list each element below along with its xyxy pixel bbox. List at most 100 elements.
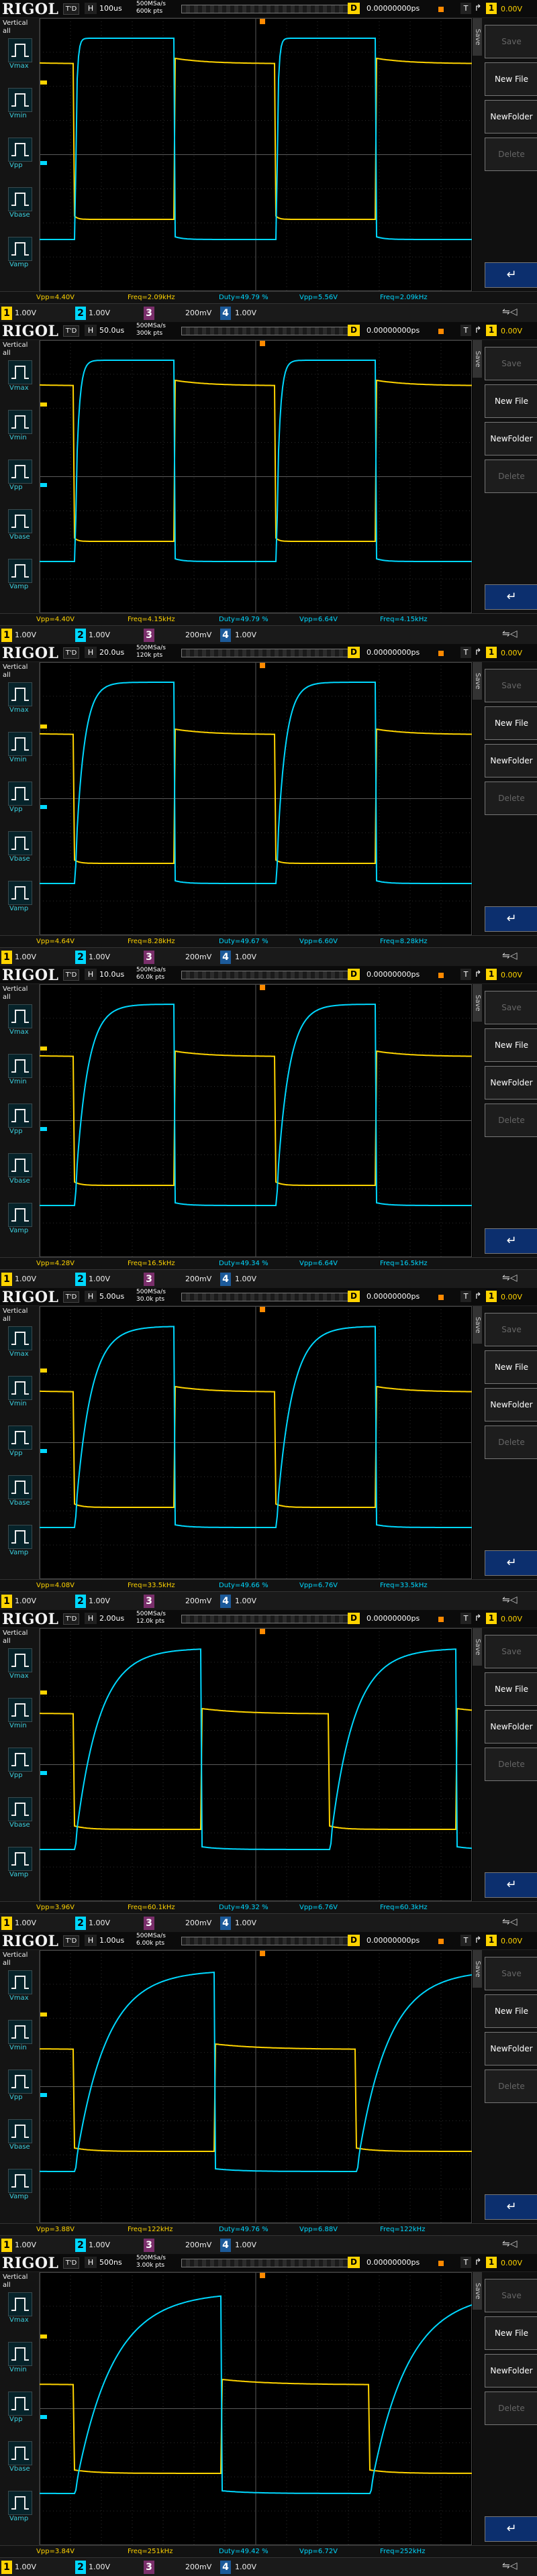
measure-item-vmin[interactable]: Vmin <box>4 1376 36 1413</box>
ch2-offset-marker[interactable] <box>40 161 47 165</box>
ch2-offset-marker[interactable] <box>40 2415 47 2419</box>
ch1-offset-marker[interactable] <box>40 2334 47 2339</box>
save-button[interactable]: Save <box>485 347 537 380</box>
measure-item-vmin[interactable]: Vmin <box>4 410 36 447</box>
measure-item-vpp[interactable]: Vpp <box>4 138 36 175</box>
save-button[interactable]: Save <box>485 1313 537 1346</box>
ch1-offset-marker[interactable] <box>40 724 47 729</box>
ch4-button[interactable]: 4 <box>220 2561 231 2574</box>
new-file-button[interactable]: New File <box>485 1994 537 2028</box>
measure-item-vpp[interactable]: Vpp <box>4 1104 36 1141</box>
measure-item-vbase[interactable]: Vbase <box>4 1153 36 1191</box>
ch1-offset-marker[interactable] <box>40 402 47 407</box>
delete-button[interactable]: Delete <box>485 138 537 171</box>
measure-item-vamp[interactable]: Vamp <box>4 2491 36 2528</box>
ch1-button[interactable]: 1 <box>1 629 12 642</box>
delete-button[interactable]: Delete <box>485 1748 537 1781</box>
ch3-button[interactable]: 3 <box>144 307 154 320</box>
ch3-button[interactable]: 3 <box>144 2239 154 2252</box>
trigger-position-marker[interactable] <box>260 985 265 990</box>
measure-item-vmin[interactable]: Vmin <box>4 88 36 125</box>
return-icon[interactable]: ↵ <box>485 584 537 610</box>
ch1-button[interactable]: 1 <box>1 1273 12 1286</box>
measure-item-vbase[interactable]: Vbase <box>4 831 36 869</box>
save-menu-tab[interactable]: Save <box>473 2272 482 2310</box>
measure-item-vmax[interactable]: Vmax <box>4 2292 36 2330</box>
memory-position-bar[interactable] <box>181 1937 444 1945</box>
ch2-offset-marker[interactable] <box>40 805 47 809</box>
measure-item-vpp[interactable]: Vpp <box>4 1426 36 1463</box>
memory-position-bar[interactable] <box>181 5 444 13</box>
measure-item-vamp[interactable]: Vamp <box>4 237 36 274</box>
measure-item-vmin[interactable]: Vmin <box>4 2020 36 2057</box>
new-file-button[interactable]: New File <box>485 706 537 740</box>
measure-item-vamp[interactable]: Vamp <box>4 1203 36 1240</box>
ch4-button[interactable]: 4 <box>220 1273 231 1286</box>
ch1-button[interactable]: 1 <box>1 2561 12 2574</box>
new-folder-button[interactable]: NewFolder <box>485 422 537 455</box>
save-button[interactable]: Save <box>485 991 537 1024</box>
new-folder-button[interactable]: NewFolder <box>485 1066 537 1099</box>
new-file-button[interactable]: New File <box>485 1028 537 1062</box>
save-menu-tab[interactable]: Save <box>473 1306 482 1344</box>
measure-item-vbase[interactable]: Vbase <box>4 187 36 225</box>
measure-item-vamp[interactable]: Vamp <box>4 2169 36 2206</box>
return-icon[interactable]: ↵ <box>485 1872 537 1898</box>
ch2-offset-marker[interactable] <box>40 1127 47 1131</box>
measure-item-vpp[interactable]: Vpp <box>4 782 36 819</box>
measure-item-vpp[interactable]: Vpp <box>4 2392 36 2429</box>
measure-item-vbase[interactable]: Vbase <box>4 2441 36 2479</box>
new-folder-button[interactable]: NewFolder <box>485 1388 537 1421</box>
save-button[interactable]: Save <box>485 669 537 702</box>
return-icon[interactable]: ↵ <box>485 2194 537 2220</box>
ch2-button[interactable]: 2 <box>75 307 86 320</box>
measure-item-vmin[interactable]: Vmin <box>4 1054 36 1091</box>
measure-item-vmin[interactable]: Vmin <box>4 732 36 769</box>
new-folder-button[interactable]: NewFolder <box>485 2354 537 2387</box>
ch2-button[interactable]: 2 <box>75 2239 86 2252</box>
ch3-button[interactable]: 3 <box>144 2561 154 2574</box>
memory-position-bar[interactable] <box>181 2259 444 2267</box>
ch1-offset-marker[interactable] <box>40 1368 47 1373</box>
save-menu-tab[interactable]: Save <box>473 1628 482 1666</box>
ch2-offset-marker[interactable] <box>40 1449 47 1453</box>
trigger-position-marker[interactable] <box>260 1951 265 1956</box>
ch1-offset-marker[interactable] <box>40 1690 47 1695</box>
delete-button[interactable]: Delete <box>485 1104 537 1137</box>
measure-item-vbase[interactable]: Vbase <box>4 2119 36 2157</box>
save-button[interactable]: Save <box>485 1635 537 1668</box>
measure-item-vmin[interactable]: Vmin <box>4 1698 36 1735</box>
delete-button[interactable]: Delete <box>485 2070 537 2103</box>
memory-position-bar[interactable] <box>181 327 444 335</box>
ch4-button[interactable]: 4 <box>220 2239 231 2252</box>
ch3-button[interactable]: 3 <box>144 1917 154 1930</box>
ch1-button[interactable]: 1 <box>1 1595 12 1608</box>
return-icon[interactable]: ↵ <box>485 906 537 932</box>
measure-item-vmax[interactable]: Vmax <box>4 1326 36 1364</box>
return-icon[interactable]: ↵ <box>485 1228 537 1254</box>
ch3-button[interactable]: 3 <box>144 629 154 642</box>
measure-item-vbase[interactable]: Vbase <box>4 1475 36 1513</box>
measure-item-vmax[interactable]: Vmax <box>4 682 36 720</box>
ch1-offset-marker[interactable] <box>40 2012 47 2017</box>
ch2-offset-marker[interactable] <box>40 2093 47 2097</box>
ch1-button[interactable]: 1 <box>1 307 12 320</box>
new-folder-button[interactable]: NewFolder <box>485 1710 537 1743</box>
save-menu-tab[interactable]: Save <box>473 340 482 378</box>
return-icon[interactable]: ↵ <box>485 2516 537 2542</box>
ch4-button[interactable]: 4 <box>220 307 231 320</box>
measure-item-vmax[interactable]: Vmax <box>4 1004 36 1042</box>
trigger-position-marker[interactable] <box>260 2273 265 2278</box>
measure-item-vmax[interactable]: Vmax <box>4 1970 36 2008</box>
ch4-button[interactable]: 4 <box>220 1917 231 1930</box>
measure-item-vmax[interactable]: Vmax <box>4 38 36 76</box>
save-button[interactable]: Save <box>485 2279 537 2312</box>
ch2-button[interactable]: 2 <box>75 2561 86 2574</box>
memory-position-bar[interactable] <box>181 1615 444 1623</box>
save-button[interactable]: Save <box>485 1957 537 1990</box>
measure-item-vamp[interactable]: Vamp <box>4 881 36 918</box>
ch2-button[interactable]: 2 <box>75 951 86 964</box>
save-menu-tab[interactable]: Save <box>473 18 482 56</box>
new-folder-button[interactable]: NewFolder <box>485 744 537 777</box>
save-menu-tab[interactable]: Save <box>473 1950 482 1988</box>
